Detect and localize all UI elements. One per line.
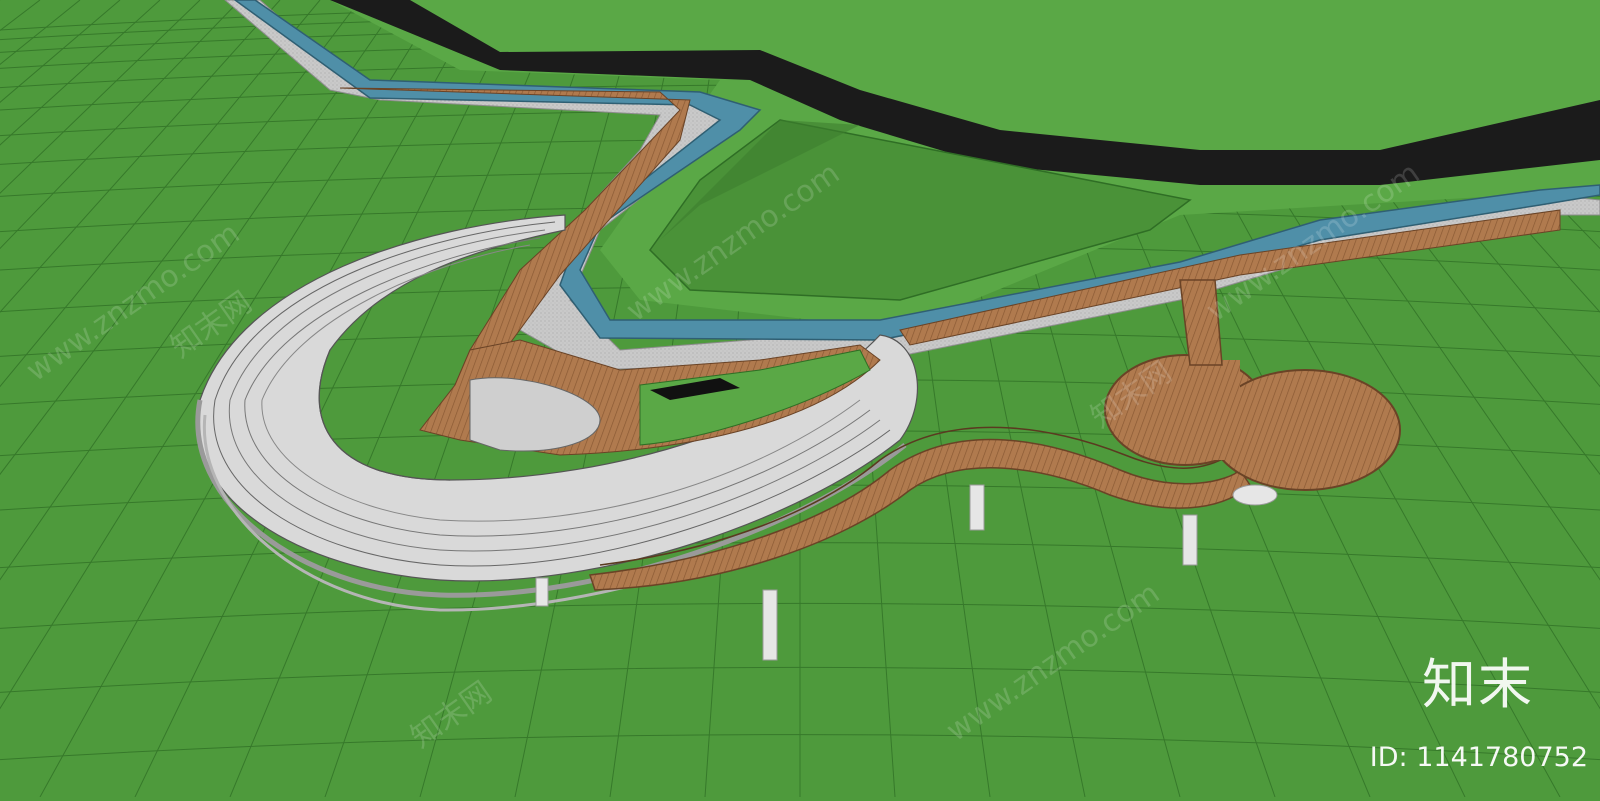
brand-logo: 知末 [1422, 653, 1534, 716]
model-viewport [0, 0, 1600, 798]
asset-id-label: ID: 1141780752 [1369, 742, 1588, 773]
landscape-model-render: www.znzmo.com 知末网 www.znzmo.com www.znzm… [0, 0, 1600, 798]
